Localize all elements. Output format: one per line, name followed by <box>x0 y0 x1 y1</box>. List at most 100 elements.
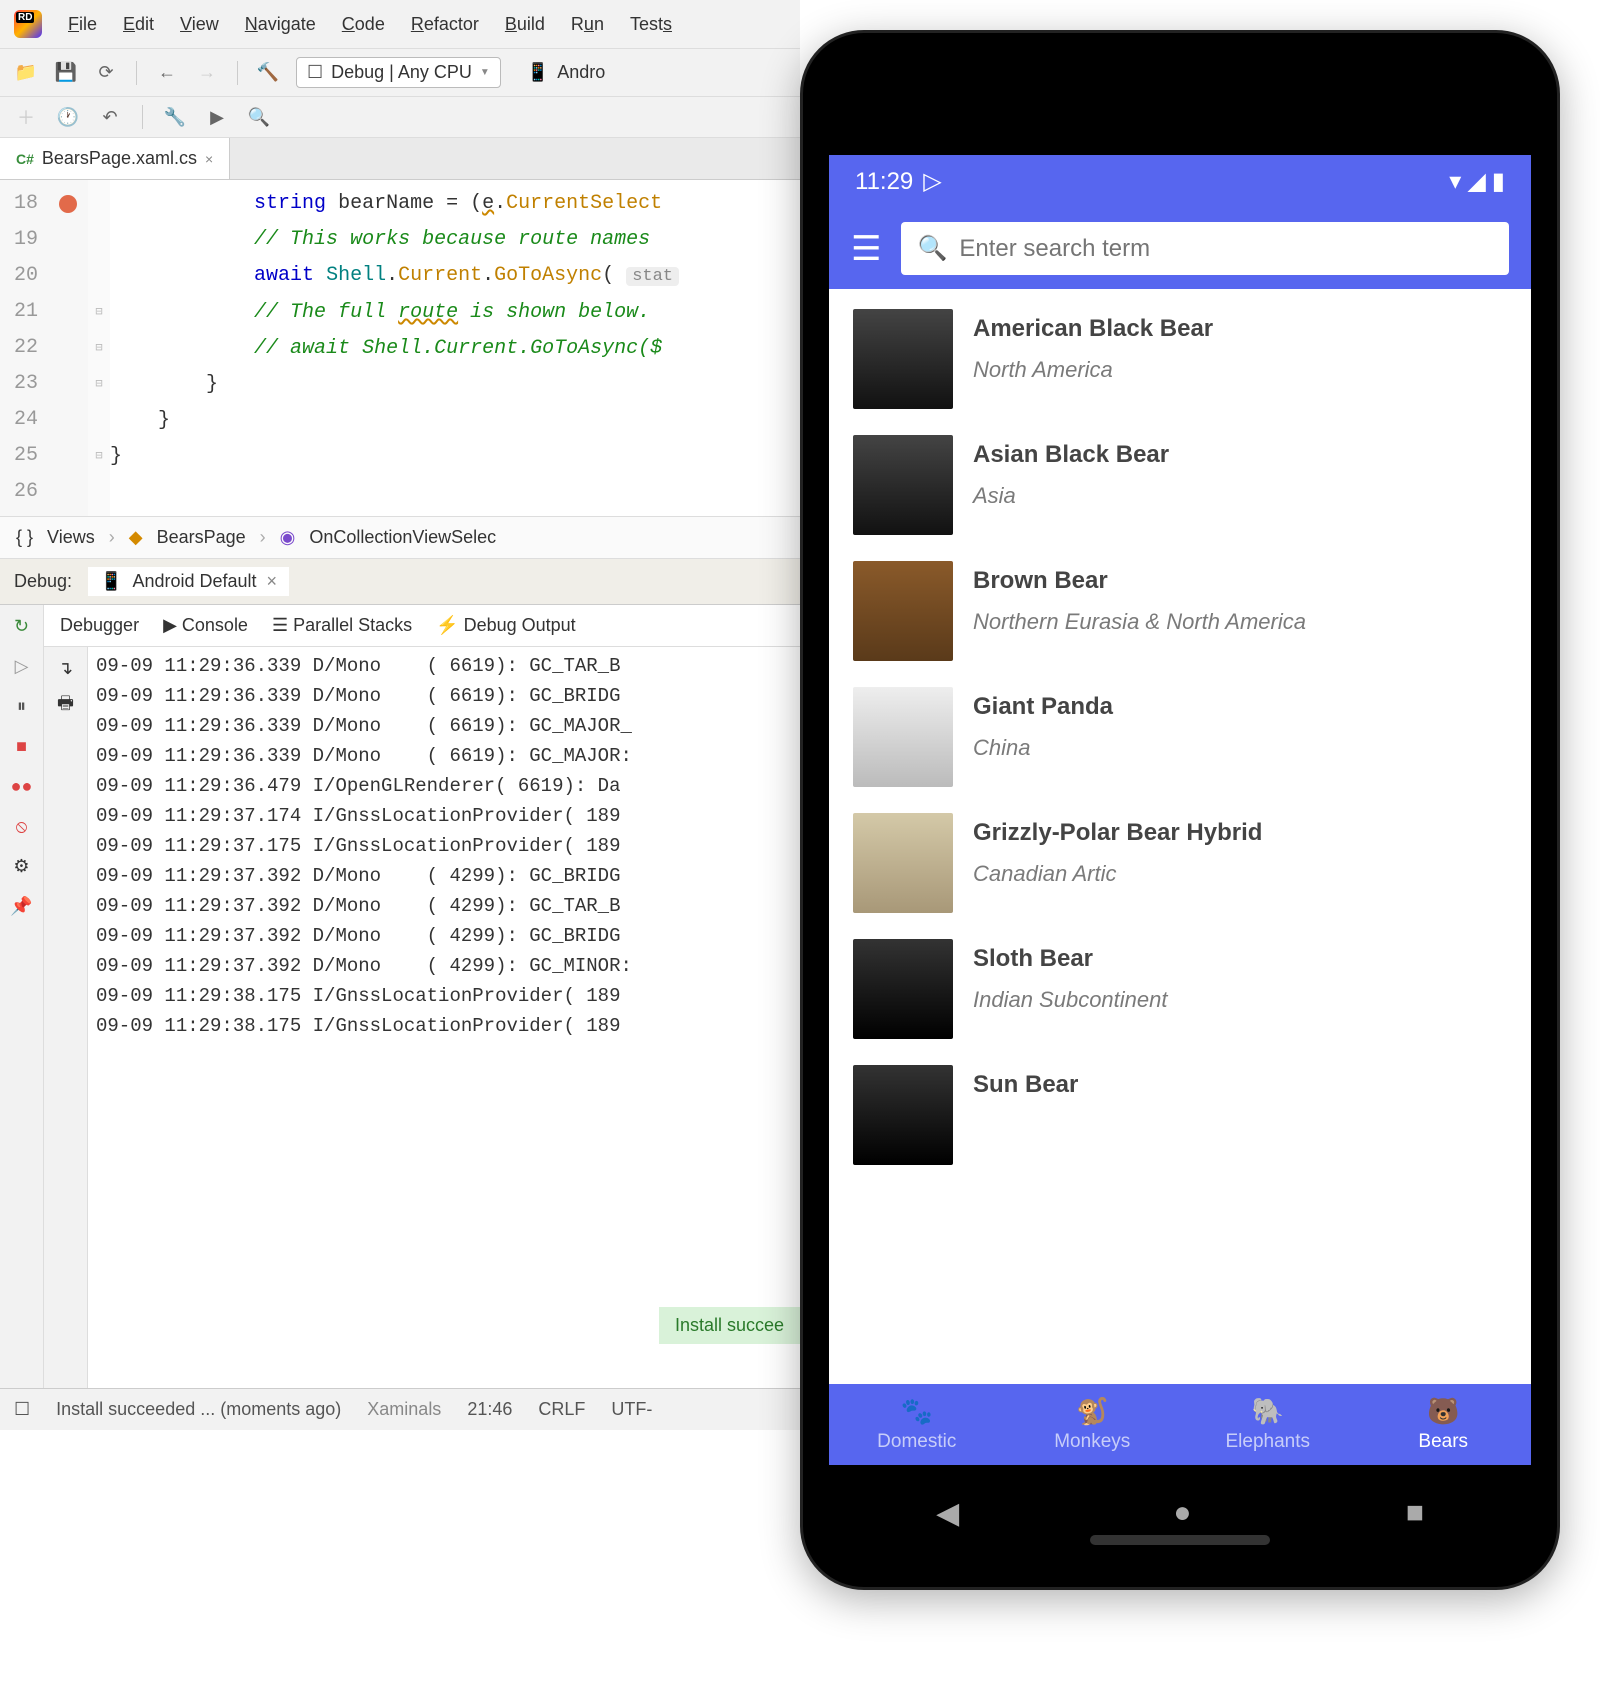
close-session-icon[interactable]: × <box>267 571 278 592</box>
restart-icon[interactable]: ↻ <box>11 615 33 637</box>
tab-label: Elephants <box>1225 1431 1310 1453</box>
clock-icon[interactable]: 🕐 <box>56 105 80 129</box>
search-input[interactable] <box>959 235 1493 263</box>
search-field[interactable]: 🔍 <box>901 222 1509 275</box>
breadcrumb-item[interactable]: BearsPage <box>157 527 246 548</box>
console-output[interactable]: 09-09 11:29:36.339 D/Mono ( 6619): GC_TA… <box>88 647 640 1388</box>
settings-icon[interactable]: ⚙ <box>11 855 33 877</box>
forward-icon[interactable]: → <box>195 61 219 85</box>
bear-thumbnail <box>853 309 953 409</box>
hamburger-icon[interactable]: ☰ <box>851 229 881 269</box>
tab-monkeys[interactable]: 🐒 Monkeys <box>1005 1384 1181 1465</box>
parallel-stacks-tab[interactable]: ☰ Parallel Stacks <box>272 615 412 636</box>
breakpoints-icon[interactable]: ●● <box>11 775 33 797</box>
app-bar: ☰ 🔍 <box>829 208 1531 289</box>
menubar: File Edit View Navigate Code Refactor Bu… <box>0 0 800 49</box>
console-tab[interactable]: ▶ Console <box>163 615 248 636</box>
secondary-toolbar: ＋ 🕐 ↶ 🔧 ▶ 🔍 <box>0 97 800 138</box>
config-select[interactable]: ☐ Debug | Any CPU ▼ <box>296 57 501 88</box>
menu-tests[interactable]: Tests <box>630 14 672 35</box>
bear-thumbnail <box>853 435 953 535</box>
list-item[interactable]: American Black Bear North America <box>853 309 1507 409</box>
tab-domestic[interactable]: 🐾Domestic <box>829 1384 1005 1465</box>
breadcrumb-item[interactable]: OnCollectionViewSelec <box>309 527 496 548</box>
pin-icon[interactable]: 📌 <box>11 895 33 917</box>
search-icon[interactable]: 🔍 <box>247 105 271 129</box>
status-time: 21:46 <box>467 1399 512 1420</box>
wifi-icon: ▾ <box>1449 167 1461 196</box>
list-item[interactable]: Sloth Bear Indian Subcontinent <box>853 939 1507 1039</box>
bear-name: Asian Black Bear <box>973 441 1169 469</box>
back-button[interactable]: ◀ <box>936 1496 959 1531</box>
code-content[interactable]: string bearName = (e.CurrentSelect // Th… <box>110 180 679 516</box>
pause-icon[interactable]: ⏸ <box>11 695 33 717</box>
add-icon[interactable]: ＋ <box>14 105 38 129</box>
rider-logo-icon <box>14 10 42 38</box>
home-button[interactable]: ● <box>1173 1496 1191 1531</box>
list-item[interactable]: Giant Panda China <box>853 687 1507 787</box>
menu-build[interactable]: Build <box>505 14 545 35</box>
debug-session-tab[interactable]: 📱 Android Default × <box>88 567 289 596</box>
device-icon: 📱 <box>527 62 549 83</box>
bear-thumbnail <box>853 687 953 787</box>
signal-icon: ◢ <box>1467 167 1485 196</box>
refresh-icon[interactable]: ⟳ <box>94 61 118 85</box>
save-icon[interactable]: 💾 <box>54 61 78 85</box>
menu-edit[interactable]: Edit <box>123 14 154 35</box>
breadcrumb-icon: { } <box>16 527 33 548</box>
speaker-bottom <box>1090 1535 1270 1545</box>
recent-button[interactable]: ■ <box>1406 1496 1424 1531</box>
step-icon[interactable]: ↴ <box>55 657 77 679</box>
debug-output-tab[interactable]: ⚡ Debug Output <box>436 615 576 636</box>
menu-refactor[interactable]: Refactor <box>411 14 479 35</box>
bear-list[interactable]: American Black Bear North America Asian … <box>829 289 1531 1384</box>
tab-icon: 🐒 <box>1076 1396 1108 1427</box>
tab-icon: 🐾 <box>901 1396 933 1427</box>
target-select[interactable]: 📱 Andro <box>517 58 615 87</box>
bear-location: Canadian Artic <box>973 861 1262 887</box>
class-icon: ◆ <box>129 527 143 548</box>
tab-label: Bears <box>1418 1431 1468 1453</box>
code-editor[interactable]: 181920212223242526 ⊟⊟⊟⊟ string bearName … <box>0 180 800 516</box>
bear-name: Brown Bear <box>973 567 1306 595</box>
fold-column: ⊟⊟⊟⊟ <box>88 180 110 516</box>
undo-icon[interactable]: ↶ <box>98 105 122 129</box>
stop-icon[interactable]: ■ <box>11 735 33 757</box>
main-toolbar: 📁 💾 ⟳ ← → 🔨 ☐ Debug | Any CPU ▼ 📱 Andro <box>0 49 800 97</box>
list-item[interactable]: Sun Bear <box>853 1065 1507 1165</box>
list-item[interactable]: Grizzly-Polar Bear Hybrid Canadian Artic <box>853 813 1507 913</box>
status-eol: CRLF <box>538 1399 585 1420</box>
menu-navigate[interactable]: Navigate <box>245 14 316 35</box>
print-icon[interactable]: 🖶 <box>55 695 77 717</box>
status-encoding: UTF- <box>611 1399 652 1420</box>
list-item[interactable]: Asian Black Bear Asia <box>853 435 1507 535</box>
breadcrumb-item[interactable]: Views <box>47 527 95 548</box>
battery-icon: ▮ <box>1492 167 1505 196</box>
bear-location: Northern Eurasia & North America <box>973 609 1306 635</box>
bear-name: Giant Panda <box>973 693 1113 721</box>
menu-file[interactable]: File <box>68 14 97 35</box>
mute-breakpoints-icon[interactable]: ⦸ <box>11 815 33 837</box>
close-tab-icon[interactable]: × <box>205 151 213 167</box>
open-icon[interactable]: 📁 <box>14 61 38 85</box>
editor-tab[interactable]: C# BearsPage.xaml.cs × <box>0 138 230 179</box>
wrench-icon[interactable]: 🔧 <box>163 105 187 129</box>
tab-elephants[interactable]: 🐘Elephants <box>1180 1384 1356 1465</box>
preview-icon[interactable]: ▶ <box>205 105 229 129</box>
android-navbar: ◀ ● ■ <box>829 1496 1531 1531</box>
gutter: 181920212223242526 ⊟⊟⊟⊟ <box>0 180 110 516</box>
resume-icon[interactable]: ▷ <box>11 655 33 677</box>
list-item[interactable]: Brown Bear Northern Eurasia & North Amer… <box>853 561 1507 661</box>
back-icon[interactable]: ← <box>155 61 179 85</box>
tab-label: Monkeys <box>1054 1431 1130 1453</box>
bear-thumbnail <box>853 561 953 661</box>
menu-run[interactable]: Run <box>571 14 604 35</box>
menu-view[interactable]: View <box>180 14 219 35</box>
build-icon[interactable]: 🔨 <box>256 61 280 85</box>
breakpoint-icon[interactable] <box>59 195 77 213</box>
bear-location: Indian Subcontinent <box>973 987 1168 1013</box>
debugger-tab[interactable]: Debugger <box>60 615 139 636</box>
menu-code[interactable]: Code <box>342 14 385 35</box>
tab-bears[interactable]: 🐻Bears <box>1356 1384 1532 1465</box>
method-icon: ◉ <box>280 527 296 548</box>
